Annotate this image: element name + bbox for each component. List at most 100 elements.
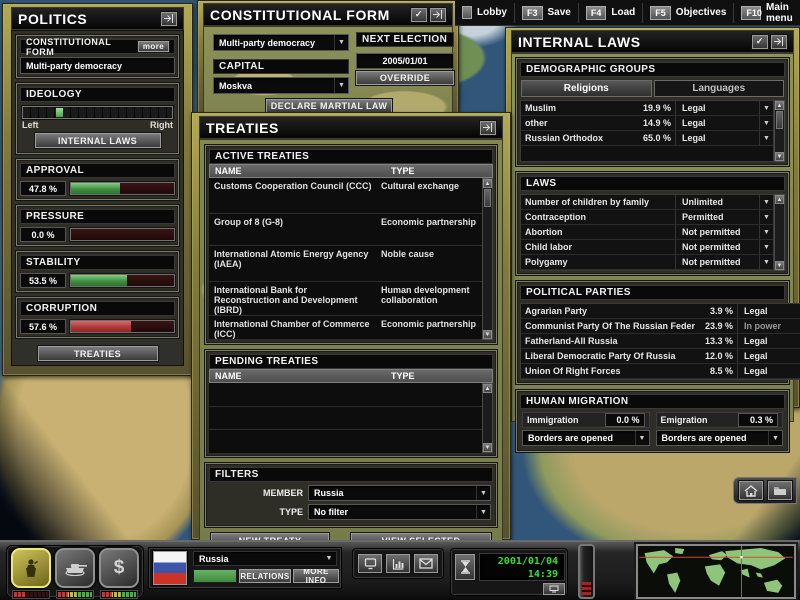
treaty-row[interactable]: International Atomic Energy Agency (IAEA… bbox=[209, 246, 482, 282]
treaties-title: TREATIES bbox=[206, 120, 279, 136]
more-button[interactable]: more bbox=[138, 41, 169, 52]
member-filter-dropdown[interactable]: Russia▼ bbox=[308, 485, 491, 501]
pending-treaties-scrollbar[interactable]: ▲ ▼ bbox=[482, 383, 493, 453]
capital-dropdown[interactable]: Moskva▼ bbox=[213, 77, 349, 94]
toolbar-objectives[interactable]: F5 Objectives bbox=[642, 3, 733, 23]
military-mode-button[interactable] bbox=[55, 548, 95, 588]
status-dropdown-icon[interactable]: ▼ bbox=[759, 255, 773, 269]
home-button[interactable] bbox=[739, 481, 763, 500]
internal-laws-button[interactable]: INTERNAL LAWS bbox=[35, 133, 161, 148]
country-dropdown[interactable]: Russia▼ bbox=[193, 551, 337, 566]
ideology-slider-handle[interactable] bbox=[56, 108, 63, 117]
religion-row[interactable]: Muslim 19.9 % Legal ▼ bbox=[521, 101, 773, 116]
scroll-up-icon[interactable]: ▲ bbox=[775, 101, 784, 110]
religion-row[interactable]: other 14.9 % Legal ▼ bbox=[521, 116, 773, 131]
override-button[interactable]: OVERRIDE bbox=[356, 71, 454, 85]
tab-languages[interactable]: Languages bbox=[654, 80, 785, 97]
party-row[interactable]: Union Of Right Forces 8.5 % Legal ▼ bbox=[521, 364, 800, 379]
tab-religions[interactable]: Religions bbox=[521, 80, 652, 97]
scroll-thumb[interactable] bbox=[776, 111, 783, 129]
toolbar-save[interactable]: F3 Save bbox=[514, 3, 578, 23]
toolbar-main-menu[interactable]: F10 Main menu bbox=[733, 3, 800, 23]
confirm-check-icon[interactable]: ✓ bbox=[752, 35, 768, 49]
toolbar-lobby[interactable]: Lobby bbox=[455, 3, 514, 23]
statistics-button[interactable] bbox=[386, 554, 410, 573]
relations-button[interactable]: RELATIONS bbox=[239, 569, 291, 583]
pressure-bar bbox=[70, 228, 175, 241]
detach-arrow-icon[interactable] bbox=[430, 8, 446, 22]
hourglass-icon bbox=[460, 560, 471, 574]
scroll-down-icon[interactable]: ▼ bbox=[775, 152, 784, 161]
empty-row bbox=[209, 407, 482, 431]
detach-arrow-icon[interactable] bbox=[161, 12, 177, 26]
game-time: 14:39 bbox=[486, 569, 558, 582]
detach-arrow-icon[interactable] bbox=[771, 35, 787, 49]
toolbar-load[interactable]: F4 Load bbox=[578, 3, 642, 23]
party-row[interactable]: Communist Party Of The Russian Feder 23.… bbox=[521, 319, 800, 334]
scroll-up-icon[interactable]: ▲ bbox=[483, 384, 492, 393]
laws-section: LAWS Number of children by family Unlimi… bbox=[516, 172, 789, 275]
party-row[interactable]: Liberal Democratic Party Of Russia 12.0 … bbox=[521, 349, 800, 364]
zoom-slider[interactable] bbox=[578, 544, 595, 599]
economy-mode-button[interactable]: $ bbox=[99, 548, 139, 588]
law-row[interactable]: Number of children by family Unlimited ▼ bbox=[521, 195, 773, 210]
treaty-row[interactable]: International Chamber of Commerce (ICC) … bbox=[209, 316, 482, 340]
treaties-button[interactable]: TREATIES bbox=[38, 346, 158, 361]
clock-toggle-button[interactable] bbox=[543, 583, 565, 595]
status-dropdown-icon[interactable]: ▼ bbox=[759, 210, 773, 224]
scroll-down-icon[interactable]: ▼ bbox=[775, 261, 784, 270]
confirm-check-icon[interactable]: ✓ bbox=[411, 8, 427, 22]
scroll-thumb[interactable] bbox=[484, 189, 491, 207]
immigration-borders-dropdown[interactable]: Borders are opened▼ bbox=[522, 430, 650, 446]
treaty-row[interactable]: Group of 8 (G-8) Economic partnership bbox=[209, 214, 482, 246]
treaty-row[interactable]: International Bank for Reconstruction an… bbox=[209, 282, 482, 316]
party-row[interactable]: Fatherland-All Russia 13.3 % Legal ▼ bbox=[521, 334, 800, 349]
mail-button[interactable] bbox=[414, 554, 438, 573]
emigration-label: Emigration bbox=[661, 415, 739, 425]
religion-row[interactable]: Russian Orthodox 65.0 % Legal ▼ bbox=[521, 131, 773, 146]
status-dropdown-icon[interactable]: ▼ bbox=[759, 101, 773, 115]
minimap[interactable] bbox=[636, 544, 796, 599]
status-dropdown-icon[interactable]: ▼ bbox=[759, 225, 773, 239]
scroll-up-icon[interactable]: ▲ bbox=[483, 179, 492, 188]
treaty-row[interactable]: Customs Cooperation Council (CCC) Cultur… bbox=[209, 178, 482, 214]
political-parties-label: POLITICAL PARTIES bbox=[526, 287, 631, 298]
religions-scrollbar[interactable]: ▲ ▼ bbox=[774, 100, 785, 162]
law-row[interactable]: Abortion Not permitted ▼ bbox=[521, 225, 773, 240]
game-screen: Lobby F3 Save F4 Load F5 Objectives F10 … bbox=[0, 0, 800, 600]
ideology-slider[interactable] bbox=[22, 106, 173, 119]
laws-scrollbar[interactable]: ▲ ▼ bbox=[774, 194, 785, 271]
more-info-button[interactable]: MORE INFO bbox=[293, 569, 339, 583]
type-filter-dropdown[interactable]: No filter▼ bbox=[308, 504, 491, 520]
detach-arrow-icon[interactable] bbox=[480, 121, 496, 135]
party-row[interactable]: Agrarian Party 3.9 % Legal ▼ bbox=[521, 304, 800, 319]
time-pause-button[interactable] bbox=[455, 554, 475, 580]
human-migration-label: HUMAN MIGRATION bbox=[526, 396, 628, 407]
law-row[interactable]: Contraception Permitted ▼ bbox=[521, 210, 773, 225]
politics-meter bbox=[12, 590, 50, 599]
economy-meter bbox=[100, 590, 138, 599]
active-treaties-scrollbar[interactable]: ▲ ▼ bbox=[482, 178, 493, 340]
comm-buttons-group bbox=[352, 548, 444, 579]
filters-label: FILTERS bbox=[215, 469, 259, 480]
status-dropdown-icon[interactable]: ▼ bbox=[759, 240, 773, 254]
politics-mode-button[interactable] bbox=[11, 548, 51, 588]
law-row[interactable]: Child labor Not permitted ▼ bbox=[521, 240, 773, 255]
status-dropdown-icon[interactable]: ▼ bbox=[759, 195, 773, 209]
law-row[interactable]: Polygamy Not permitted ▼ bbox=[521, 255, 773, 270]
member-filter-label: MEMBER bbox=[211, 488, 303, 498]
status-dropdown-icon[interactable]: ▼ bbox=[759, 131, 773, 145]
stability-section: STABILITY 53.5 % bbox=[16, 251, 179, 292]
corruption-label: CORRUPTION bbox=[26, 303, 97, 314]
scroll-down-icon[interactable]: ▼ bbox=[483, 443, 492, 452]
declare-martial-law-button[interactable]: DECLARE MARTIAL LAW bbox=[266, 99, 392, 113]
monitor-button[interactable] bbox=[358, 554, 382, 573]
internal-laws-title: INTERNAL LAWS bbox=[518, 34, 641, 50]
folder-button[interactable] bbox=[768, 481, 792, 500]
government-type-dropdown[interactable]: Multi-party democracy▼ bbox=[213, 34, 349, 51]
emigration-borders-dropdown[interactable]: Borders are opened▼ bbox=[656, 430, 784, 446]
status-dropdown-icon[interactable]: ▼ bbox=[759, 116, 773, 130]
pressure-label: PRESSURE bbox=[26, 211, 84, 222]
scroll-up-icon[interactable]: ▲ bbox=[775, 195, 784, 204]
scroll-down-icon[interactable]: ▼ bbox=[483, 330, 492, 339]
